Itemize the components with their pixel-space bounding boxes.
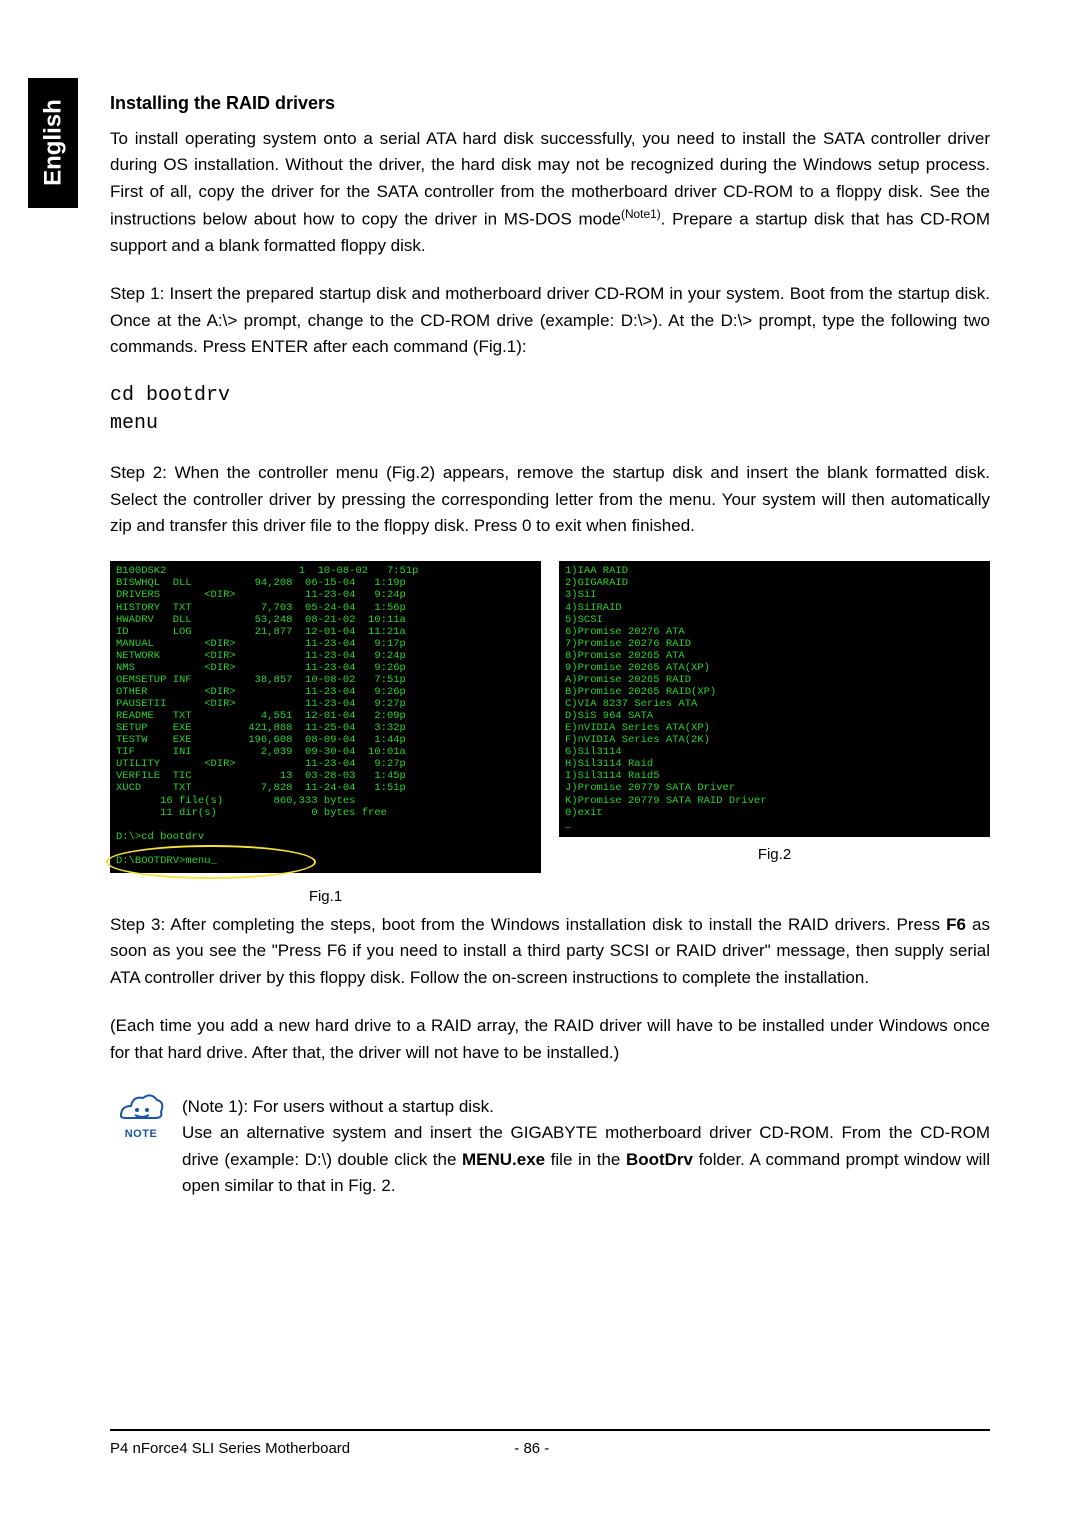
figures-row: B100DSK2 1 10-08-02 7:51p BISWHQL DLL 94…	[110, 561, 990, 908]
bootdrv-folder: BootDrv	[626, 1150, 693, 1169]
page-footer: P4 nForce4 SLI Series Motherboard - 86 -	[110, 1429, 990, 1460]
f6-key: F6	[946, 915, 966, 934]
command-line: cd bootdrv	[110, 382, 990, 410]
intro-paragraph: To install operating system onto a seria…	[110, 126, 990, 259]
note-text: (Note 1): For users without a startup di…	[182, 1094, 990, 1199]
page: English Installing the RAID drivers To i…	[0, 0, 1080, 1532]
note-label: NOTE	[125, 1126, 158, 1143]
fig2-terminal: 1)IAA RAID 2)GIGARAID 3)SiI 4)SiIRAID 5)…	[559, 561, 990, 836]
footer-page-number: - 86 -	[514, 1437, 549, 1460]
language-tab-label: English	[34, 100, 71, 187]
note-ref: (Note1)	[621, 207, 661, 221]
each-time-paragraph: (Each time you add a new hard drive to a…	[110, 1013, 990, 1066]
command-line: menu	[110, 410, 990, 438]
section-title: Installing the RAID drivers	[110, 90, 990, 118]
footer-line: P4 nForce4 SLI Series Motherboard - 86 -	[110, 1437, 990, 1460]
menu-exe: MENU.exe	[462, 1150, 545, 1169]
step3-paragraph: Step 3: After completing the steps, boot…	[110, 912, 990, 991]
note-icon: NOTE	[110, 1088, 172, 1143]
note-block: NOTE (Note 1): For users without a start…	[110, 1094, 990, 1199]
footer-rule	[110, 1429, 990, 1431]
language-tab: English	[28, 78, 78, 208]
fig2-caption: Fig.2	[758, 843, 791, 866]
fig1-caption: Fig.1	[309, 885, 342, 908]
fig1-column: B100DSK2 1 10-08-02 7:51p BISWHQL DLL 94…	[110, 561, 541, 908]
step2-paragraph: Step 2: When the controller menu (Fig.2)…	[110, 460, 990, 539]
footer-product: P4 nForce4 SLI Series Motherboard	[110, 1440, 350, 1457]
step1-paragraph: Step 1: Insert the prepared startup disk…	[110, 281, 990, 360]
command-block: cd bootdrv menu	[110, 382, 990, 438]
fig1-terminal: B100DSK2 1 10-08-02 7:51p BISWHQL DLL 94…	[110, 561, 541, 873]
fig2-column: 1)IAA RAID 2)GIGARAID 3)SiI 4)SiIRAID 5)…	[559, 561, 990, 908]
